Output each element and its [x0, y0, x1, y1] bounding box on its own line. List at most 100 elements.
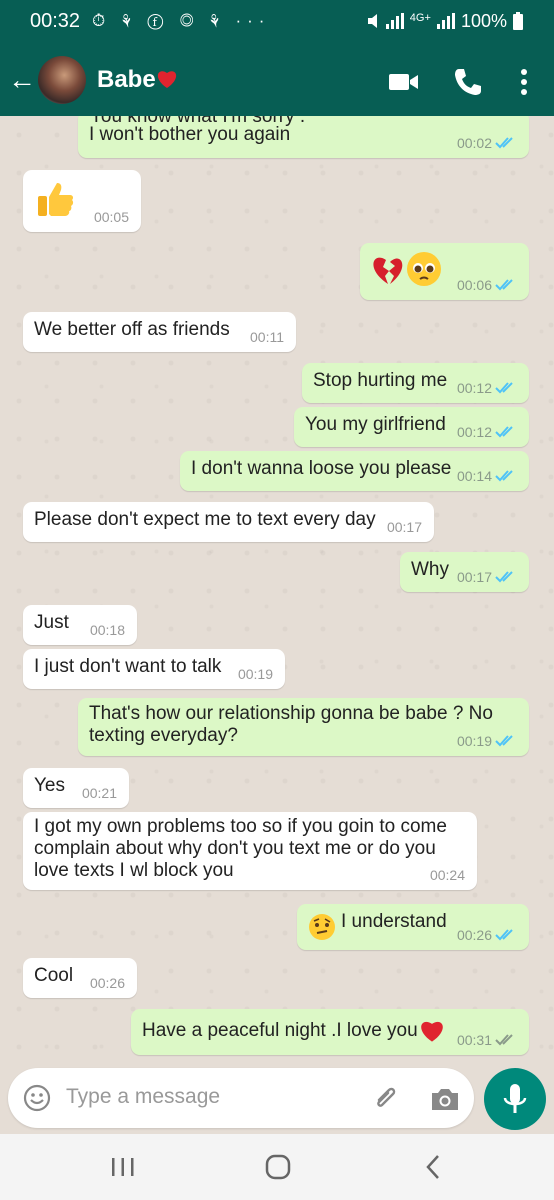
pleading-face-emoji: [407, 252, 441, 286]
message-text: Have a peaceful night .I love you: [142, 1020, 418, 1041]
message-meta: 00:19: [457, 733, 517, 749]
thumbs-up-emoji: [38, 183, 74, 216]
contact-name: Babe: [97, 66, 156, 93]
message-placeholder: Type a message: [66, 1085, 221, 1108]
camera-icon[interactable]: [430, 1085, 460, 1113]
notification-icons: ⏱ ⚘ ⓕ ◎ ⚘ ···: [92, 11, 271, 30]
message-text: That's how our relationship gonna be bab…: [89, 703, 493, 746]
message-time: 00:12: [456, 380, 492, 396]
system-nav-bar: [0, 1134, 554, 1200]
network-type: 4G+: [409, 12, 431, 24]
message-outgoing[interactable]: That's how our relationship gonna be bab…: [78, 698, 529, 756]
message-text: Just: [34, 612, 69, 633]
mute-icon: [367, 14, 377, 28]
message-time: 00:17: [456, 569, 492, 585]
avatar[interactable]: [38, 56, 86, 104]
message-meta: 00:31: [457, 1032, 517, 1048]
red-heart-icon: [157, 71, 176, 88]
message-incoming[interactable]: I just don't want to talk 00:19: [23, 649, 285, 689]
read-tick-icon: [495, 929, 513, 941]
home-icon[interactable]: [263, 1152, 293, 1182]
message-time: 00:19: [456, 733, 492, 749]
chat-header: ← Babe: [0, 46, 554, 116]
message-outgoing[interactable]: Why 00:17: [400, 552, 529, 592]
message-text: I understand: [341, 911, 447, 932]
message-text: Yes: [34, 775, 65, 796]
message-outgoing[interactable]: I understand 00:26: [297, 904, 529, 950]
message-text: I got my own problems too so if you goin…: [34, 816, 447, 881]
message-outgoing[interactable]: 00:06: [360, 243, 529, 300]
raised-eyebrow-face-emoji: [309, 914, 335, 940]
message-time: 00:02: [456, 135, 492, 151]
read-tick-icon: [495, 426, 513, 438]
read-tick-icon: [495, 735, 513, 747]
message-time: 00:05: [93, 209, 129, 225]
message-time: 00:12: [456, 424, 492, 440]
message-outgoing[interactable]: I don't wanna loose you please 00:14: [180, 451, 529, 491]
message-meta: 00:14: [457, 468, 517, 484]
battery-icon: [513, 12, 523, 30]
message-outgoing[interactable]: Stop hurting me 00:12: [302, 363, 529, 403]
broken-heart-emoji: [373, 257, 403, 284]
emoji-icon[interactable]: [22, 1083, 52, 1113]
video-call-icon[interactable]: [386, 64, 422, 100]
message-meta: 00:06: [457, 277, 517, 293]
message-outgoing[interactable]: You know what I'm sorry . I won't bother…: [78, 116, 529, 158]
message-incoming[interactable]: Yes 00:21: [23, 768, 129, 808]
chat-area[interactable]: You know what I'm sorry . I won't bother…: [0, 116, 554, 1066]
message-time: 00:11: [250, 329, 284, 345]
message-incoming[interactable]: Just 00:18: [23, 605, 137, 645]
delivered-tick-icon: [495, 1034, 513, 1046]
message-time: 00:26: [456, 927, 492, 943]
signal-icon-2: [436, 13, 455, 29]
message-text: Please don't expect me to text every day: [34, 509, 376, 530]
contact-name-block[interactable]: Babe: [97, 66, 178, 94]
message-text: I just don't want to talk: [34, 656, 222, 677]
battery-percent: 100%: [460, 11, 507, 31]
message-text: Stop hurting me: [313, 370, 448, 391]
read-tick-icon: [495, 382, 513, 394]
message-text: Cool: [34, 965, 74, 986]
status-bar: 00:32 ⏱ ⚘ ⓕ ◎ ⚘ ··· 4G+ 100%: [0, 0, 554, 46]
message-incoming[interactable]: We better off as friends 00:11: [23, 312, 296, 352]
back-arrow-icon[interactable]: ←: [8, 62, 36, 98]
more-vert-icon[interactable]: [506, 64, 542, 100]
message-incoming[interactable]: Please don't expect me to text every day…: [23, 502, 434, 542]
message-incoming[interactable]: I got my own problems too so if you goin…: [23, 812, 477, 890]
message-time: 00:26: [89, 975, 125, 991]
message-text: I don't wanna loose you please: [191, 458, 452, 479]
message-time: 00:21: [81, 785, 117, 801]
message-time: 00:14: [456, 468, 492, 484]
message-incoming[interactable]: Cool 00:26: [23, 958, 137, 998]
message-time: 00:19: [237, 666, 273, 682]
message-input[interactable]: Type a message: [8, 1068, 474, 1128]
paperclip-icon[interactable]: [370, 1082, 402, 1114]
message-meta: 00:12: [457, 424, 517, 440]
message-text: Why: [411, 559, 449, 580]
message-outgoing[interactable]: You my girlfriend 00:12: [294, 407, 529, 447]
read-tick-icon: [495, 470, 513, 482]
message-incoming[interactable]: 00:05: [23, 170, 141, 232]
phone-icon[interactable]: [450, 64, 486, 100]
signal-icon: [385, 13, 404, 29]
message-outgoing[interactable]: Have a peaceful night .I love you 00:31: [131, 1009, 529, 1055]
microphone-icon: [503, 1084, 527, 1113]
message-text: You my girlfriend: [305, 414, 446, 435]
nav-back-icon[interactable]: [422, 1152, 446, 1182]
read-tick-icon: [495, 137, 513, 149]
composer-bar: Type a message: [0, 1066, 554, 1134]
message-meta: 00:02: [457, 135, 517, 151]
message-meta: 00:12: [457, 380, 517, 396]
read-tick-icon: [495, 279, 513, 291]
red-heart-emoji: [421, 1021, 443, 1042]
message-meta: 00:26: [457, 927, 517, 943]
message-time: 00:17: [386, 519, 422, 535]
message-time: 00:31: [456, 1032, 492, 1048]
message-time: 00:06: [456, 277, 492, 293]
recents-icon[interactable]: [108, 1155, 138, 1179]
message-text: We better off as friends: [34, 319, 230, 340]
read-tick-icon: [495, 571, 513, 583]
message-time: 00:24: [429, 867, 465, 883]
message-meta: 00:17: [457, 569, 517, 585]
mic-button[interactable]: [484, 1068, 546, 1130]
